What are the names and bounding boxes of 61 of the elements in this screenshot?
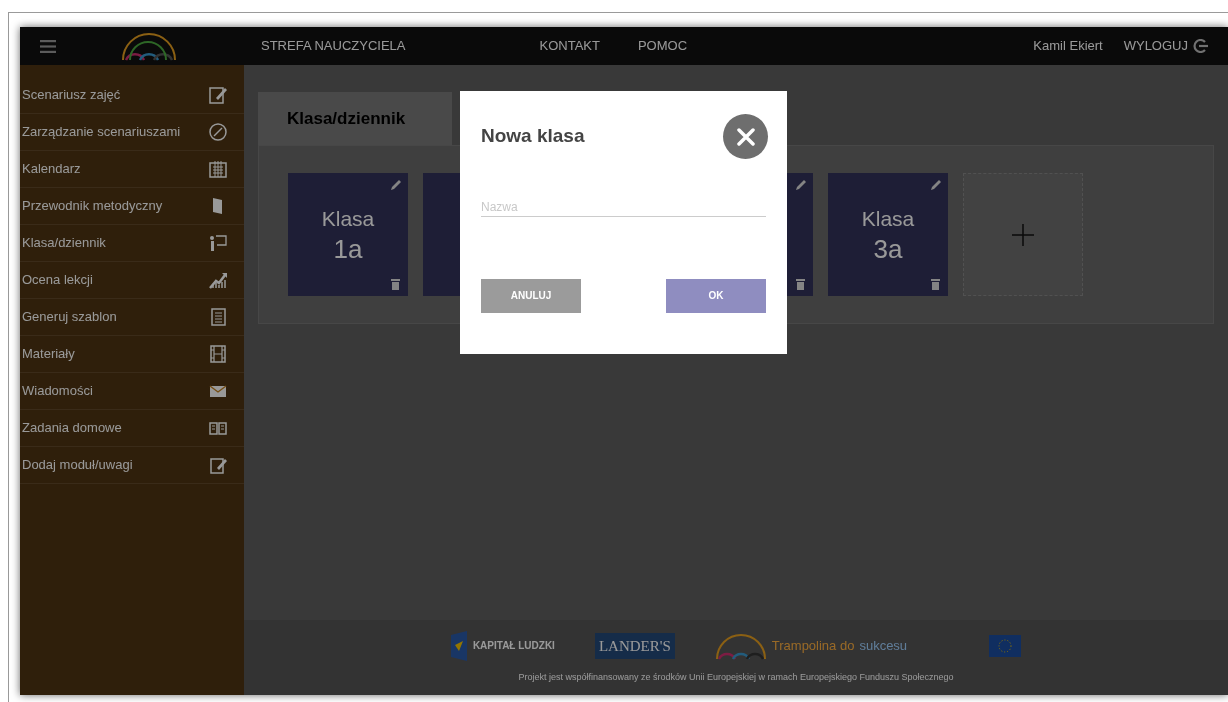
nav-link[interactable]: KONTAKT [539, 36, 600, 56]
trash-icon[interactable] [391, 278, 400, 290]
logout-link[interactable]: WYLOGUJ [1123, 36, 1208, 56]
rainbow-arches-logo [120, 31, 178, 61]
sidebar-item[interactable]: Materiały [20, 336, 244, 373]
nav-link[interactable]: STREFA NAUCZYCIELA [261, 36, 406, 56]
ok-button[interactable]: OK [666, 278, 766, 313]
sidebar-item[interactable]: Scenariusz zajęć [20, 77, 244, 114]
nav-link[interactable]: POMOC [637, 36, 688, 56]
class-tile-name: Klasa [861, 205, 915, 232]
sidebar-item-label: Klasa/dziennik [22, 234, 107, 253]
plus-icon [1012, 223, 1034, 246]
sidebar-item-label: Zarządzanie scenariuszami [22, 123, 182, 142]
sidebar-item[interactable]: Zadania domowe [20, 410, 244, 447]
sidebar-item-label: Materiały [22, 345, 76, 364]
eu-flag-logo [989, 634, 1022, 657]
class-tile[interactable]: Klasa 1a [288, 173, 408, 296]
sidebar-item[interactable]: Ocena lekcji [20, 262, 244, 299]
sidebar-item[interactable]: Wiadomości [20, 373, 244, 410]
document-icon [208, 307, 228, 327]
sidebar-item-label: Dodaj moduł/uwagi [22, 456, 134, 475]
logout-icon [1193, 39, 1208, 53]
sidebar-item-label: Generuj szablon [22, 308, 118, 327]
class-tile-code: 3a [873, 232, 903, 265]
sidebar-item-label: Scenariusz zajęć [22, 86, 122, 105]
footer-note: Projekt jest współfinansowany ze środków Unii Europejskiej w ramach Europejskiego Funduszu Społecznego [518, 670, 954, 684]
logo-text: sukcesu [859, 637, 908, 655]
class-tile-name: Klasa [321, 205, 375, 232]
flag-star-logo [450, 630, 467, 661]
sidebar-item-label: Przewodnik metodyczny [22, 197, 164, 216]
trash-icon[interactable] [931, 278, 940, 290]
sidebar-item[interactable]: Dodaj moduł/uwagi [20, 447, 244, 484]
film-icon [208, 344, 228, 364]
pencil-icon[interactable] [930, 179, 942, 191]
trash-icon[interactable] [796, 278, 805, 290]
calendar-icon [208, 159, 228, 179]
landers-logo: LANDER'S [594, 632, 675, 659]
logo-text: KAPITAŁ LUDZKI [472, 639, 555, 654]
dialog-title: Nowa klasa [481, 124, 585, 149]
logout-label: WYLOGUJ [1123, 37, 1188, 56]
class-tile-code: 1a [333, 232, 363, 265]
class-tile[interactable]: Klasa 3a [828, 173, 948, 296]
sidebar-item-label: Wiadomości [22, 382, 94, 401]
close-button[interactable] [723, 114, 768, 159]
close-icon [736, 127, 755, 146]
pencil-note-icon [208, 85, 228, 105]
sidebar-item-label: Ocena lekcji [22, 271, 94, 290]
sidebar-item[interactable]: Kalendarz [20, 151, 244, 188]
add-class-tile[interactable] [963, 173, 1083, 296]
menu-icon[interactable] [40, 39, 56, 53]
rainbow-arches-logo [714, 631, 767, 660]
sidebar-item-label: Kalendarz [22, 160, 82, 179]
logo-text: Trampolina do [771, 637, 855, 655]
pencil-icon[interactable] [795, 179, 807, 191]
sidebar-item[interactable]: Przewodnik metodyczny [20, 188, 244, 225]
pencil-icon[interactable] [390, 179, 402, 191]
sidebar-item-label: Zadania domowe [22, 419, 123, 438]
pencil-note-icon [208, 455, 228, 475]
sidebar-item[interactable]: Generuj szablon [20, 299, 244, 336]
chart-arrow-icon [208, 270, 228, 290]
user-name: Kamil Ekiert [1033, 37, 1103, 56]
